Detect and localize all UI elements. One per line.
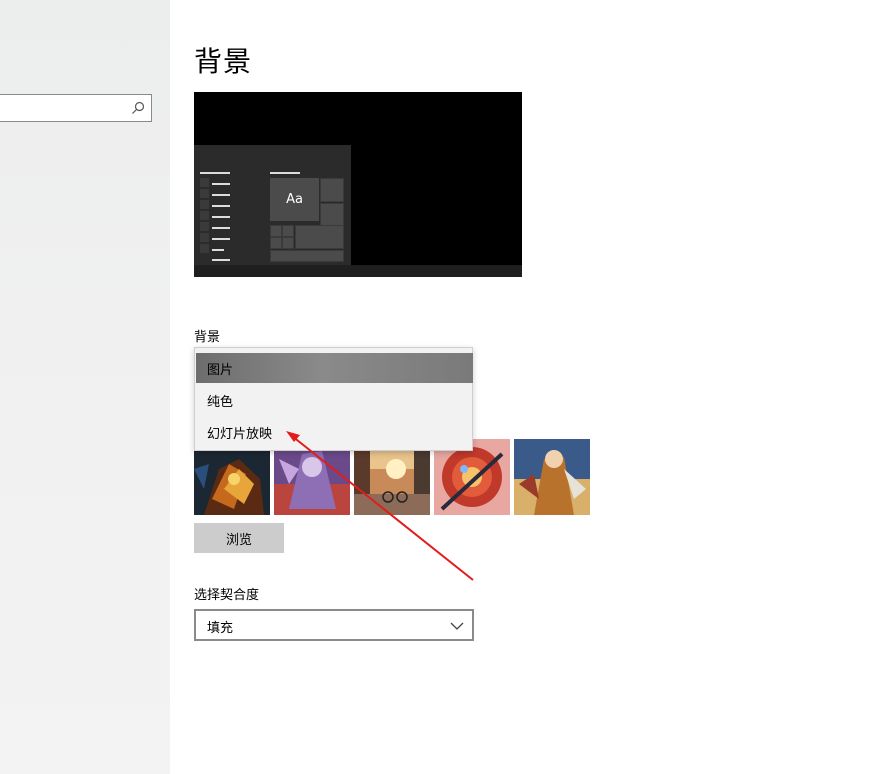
preview-menu-square <box>200 244 209 253</box>
preview-tile-header <box>270 172 300 174</box>
preview-menu-line <box>212 238 230 240</box>
preview-font-tile: Aa <box>270 178 319 221</box>
preview-menu-square <box>200 189 209 198</box>
preview-menu-square <box>200 211 209 220</box>
preview-tile <box>320 203 344 227</box>
background-label: 背景 <box>194 330 221 345</box>
desktop-preview: Aa <box>194 92 522 277</box>
background-type-dropdown-menu[interactable]: 图片 纯色 幻灯片放映 <box>194 347 473 451</box>
search-input[interactable] <box>0 95 131 121</box>
menu-item-slideshow[interactable]: 幻灯片放映 <box>196 417 473 447</box>
settings-sidebar <box>0 0 170 774</box>
preview-tile <box>270 250 344 262</box>
browse-button[interactable]: 浏览 <box>194 523 284 553</box>
preview-menu-line <box>212 227 230 229</box>
preview-tile <box>270 237 282 249</box>
page-title: 背景 <box>194 45 253 78</box>
chevron-down-icon <box>450 622 464 630</box>
search-box[interactable] <box>0 94 152 122</box>
search-icon[interactable] <box>131 101 145 115</box>
preview-menu-line <box>212 259 230 261</box>
preview-menu-square <box>200 178 209 187</box>
fit-label: 选择契合度 <box>194 588 260 603</box>
preview-tile <box>282 237 294 249</box>
preview-taskbar <box>194 265 522 277</box>
preview-menu-square <box>200 200 209 209</box>
preview-tile <box>295 225 344 249</box>
preview-menu-line <box>212 249 224 251</box>
preview-menu-line <box>212 205 230 207</box>
preview-tile <box>320 178 344 202</box>
preview-menu-line <box>212 194 230 196</box>
preview-menu-square <box>200 233 209 242</box>
preview-menu-line <box>212 183 230 185</box>
menu-item-picture[interactable]: 图片 <box>196 353 473 383</box>
preview-tile <box>282 225 294 237</box>
preview-menu-line <box>200 172 230 174</box>
menu-item-solid-color[interactable]: 纯色 <box>196 385 473 415</box>
preview-tile <box>270 225 282 237</box>
fit-dropdown[interactable]: 填充 <box>194 609 474 641</box>
wallpaper-thumbnail[interactable] <box>514 439 590 515</box>
preview-menu-line <box>212 216 230 218</box>
preview-menu-square <box>200 222 209 231</box>
fit-selected-value: 填充 <box>207 621 234 636</box>
